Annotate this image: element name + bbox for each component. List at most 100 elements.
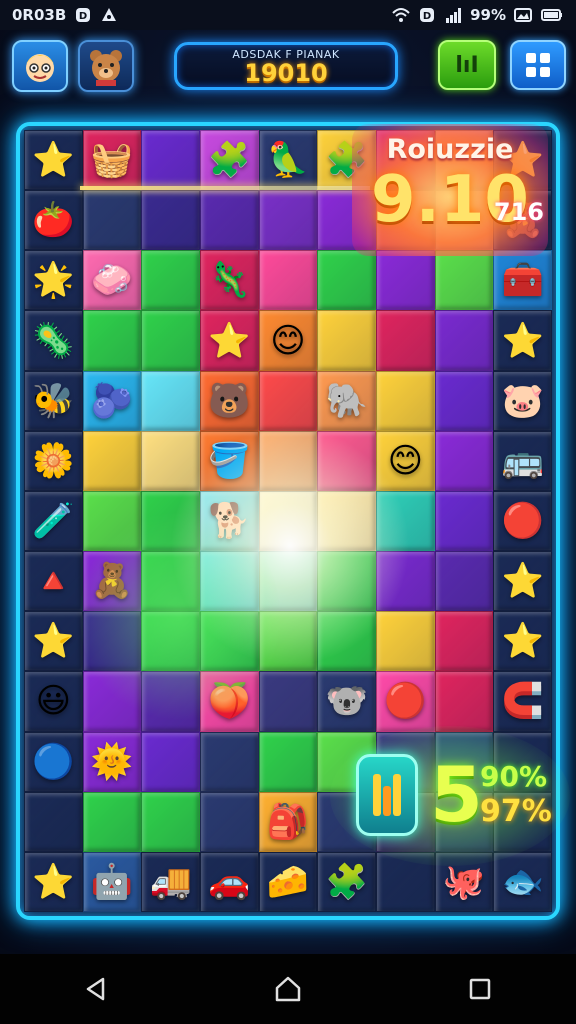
puzzle-tile[interactable] — [258, 190, 318, 251]
puzzle-tile[interactable] — [141, 551, 200, 612]
puzzle-tile[interactable] — [82, 671, 142, 732]
puzzle-tile[interactable]: 🦎 — [200, 250, 259, 311]
puzzle-tile[interactable] — [434, 551, 494, 612]
pause-button[interactable]: lıI — [438, 40, 496, 90]
puzzle-tile[interactable]: 🚌 — [493, 430, 552, 491]
puzzle-tile[interactable]: 🤖 — [82, 851, 142, 912]
puzzle-tile[interactable]: ⭐ — [493, 551, 552, 612]
puzzle-tile[interactable] — [376, 250, 435, 311]
nav-home-button[interactable] — [258, 964, 318, 1014]
puzzle-tile[interactable] — [82, 190, 142, 251]
puzzle-tile[interactable] — [82, 430, 142, 491]
puzzle-tile[interactable] — [434, 490, 494, 552]
nav-recents-button[interactable] — [450, 964, 510, 1014]
puzzle-tile[interactable]: 🦜 — [258, 130, 318, 191]
puzzle-tile[interactable] — [376, 611, 435, 672]
puzzle-tile[interactable]: ⭐ — [200, 310, 259, 371]
puzzle-tile[interactable] — [82, 490, 142, 552]
puzzle-tile[interactable] — [258, 370, 318, 431]
puzzle-tile[interactable]: 🚚 — [141, 851, 200, 912]
puzzle-tile[interactable]: 🧩 — [200, 130, 259, 191]
puzzle-tile[interactable] — [317, 430, 376, 491]
puzzle-tile[interactable]: 🧺 — [82, 130, 142, 191]
puzzle-tile[interactable]: 🦠 — [24, 310, 83, 371]
puzzle-tile[interactable]: 🔵 — [24, 731, 83, 792]
puzzle-tile[interactable]: 😊 — [258, 310, 318, 371]
puzzle-tile[interactable]: 🎒 — [258, 791, 318, 852]
puzzle-tile[interactable] — [200, 551, 259, 612]
puzzle-tile[interactable] — [141, 490, 200, 552]
puzzle-tile[interactable]: 😊 — [376, 430, 435, 491]
puzzle-tile[interactable] — [317, 611, 376, 672]
puzzle-tile[interactable] — [82, 791, 142, 852]
puzzle-tile[interactable] — [258, 250, 318, 311]
puzzle-tile[interactable]: ⭐ — [24, 611, 83, 672]
puzzle-tile[interactable]: ⭐ — [24, 851, 83, 912]
friend-avatar-button[interactable] — [78, 40, 134, 92]
puzzle-tile[interactable]: 🧲 — [493, 671, 552, 732]
bonus-booster-button[interactable] — [356, 754, 418, 836]
puzzle-tile[interactable]: 🍅 — [24, 190, 83, 251]
puzzle-tile[interactable]: 🐟 — [493, 851, 552, 912]
puzzle-tile[interactable]: ⭐ — [24, 130, 83, 191]
puzzle-tile[interactable] — [141, 250, 200, 311]
puzzle-tile[interactable]: 🐷 — [493, 370, 552, 431]
puzzle-tile[interactable] — [141, 731, 200, 792]
puzzle-tile[interactable]: 🧩 — [317, 851, 376, 912]
player-avatar-button[interactable] — [12, 40, 68, 92]
puzzle-tile[interactable]: 🧰 — [493, 250, 552, 311]
puzzle-tile[interactable] — [141, 190, 200, 251]
puzzle-tile[interactable]: ⭐ — [493, 310, 552, 371]
puzzle-tile[interactable]: 🔴 — [376, 671, 435, 732]
puzzle-tile[interactable] — [434, 250, 494, 311]
puzzle-tile[interactable]: 🐘 — [317, 370, 376, 431]
puzzle-tile[interactable] — [434, 310, 494, 371]
puzzle-tile[interactable] — [141, 430, 200, 491]
puzzle-tile[interactable]: ⭐ — [493, 611, 552, 672]
puzzle-tile[interactable] — [317, 250, 376, 311]
puzzle-tile[interactable] — [258, 430, 318, 491]
puzzle-tile[interactable]: 🚗 — [200, 851, 259, 912]
puzzle-tile[interactable]: 🧼 — [82, 250, 142, 311]
puzzle-tile[interactable] — [258, 551, 318, 612]
puzzle-tile[interactable] — [317, 310, 376, 371]
puzzle-tile[interactable]: 🧀 — [258, 851, 318, 912]
nav-back-button[interactable] — [66, 964, 126, 1014]
puzzle-tile[interactable] — [141, 791, 200, 852]
puzzle-tile[interactable]: 🔴 — [493, 490, 552, 552]
puzzle-tile[interactable] — [141, 310, 200, 371]
puzzle-tile[interactable]: 🐨 — [317, 671, 376, 732]
puzzle-tile[interactable] — [434, 611, 494, 672]
puzzle-tile[interactable] — [376, 310, 435, 371]
puzzle-tile[interactable] — [434, 671, 494, 732]
puzzle-tile[interactable]: 🍑 — [200, 671, 259, 732]
puzzle-tile[interactable]: 😃 — [24, 671, 83, 732]
puzzle-tile[interactable]: 🌞 — [82, 731, 142, 792]
puzzle-tile[interactable] — [141, 130, 200, 191]
puzzle-tile[interactable] — [82, 611, 142, 672]
puzzle-tile[interactable]: 🧸 — [82, 551, 142, 612]
puzzle-tile[interactable] — [317, 490, 376, 552]
puzzle-tile[interactable] — [141, 370, 200, 431]
puzzle-tile[interactable]: 🪣 — [200, 430, 259, 491]
puzzle-tile[interactable] — [82, 310, 142, 371]
puzzle-tile[interactable]: 🫐 — [82, 370, 142, 431]
puzzle-tile[interactable] — [200, 190, 259, 251]
puzzle-tile[interactable] — [258, 490, 318, 552]
puzzle-tile[interactable] — [258, 671, 318, 732]
puzzle-tile[interactable] — [258, 731, 318, 792]
puzzle-tile[interactable] — [200, 791, 259, 852]
puzzle-tile[interactable]: 🐻 — [200, 370, 259, 431]
puzzle-tile[interactable] — [258, 611, 318, 672]
puzzle-tile[interactable] — [376, 490, 435, 552]
puzzle-tile[interactable]: 🐝 — [24, 370, 83, 431]
puzzle-tile[interactable] — [434, 370, 494, 431]
puzzle-tile[interactable] — [24, 791, 83, 852]
puzzle-tile[interactable] — [376, 370, 435, 431]
puzzle-tile[interactable]: 🌟 — [24, 250, 83, 311]
puzzle-tile[interactable]: 🧪 — [24, 490, 83, 552]
puzzle-tile[interactable] — [200, 611, 259, 672]
puzzle-tile[interactable] — [434, 430, 494, 491]
puzzle-tile[interactable] — [141, 611, 200, 672]
menu-button[interactable] — [510, 40, 566, 90]
